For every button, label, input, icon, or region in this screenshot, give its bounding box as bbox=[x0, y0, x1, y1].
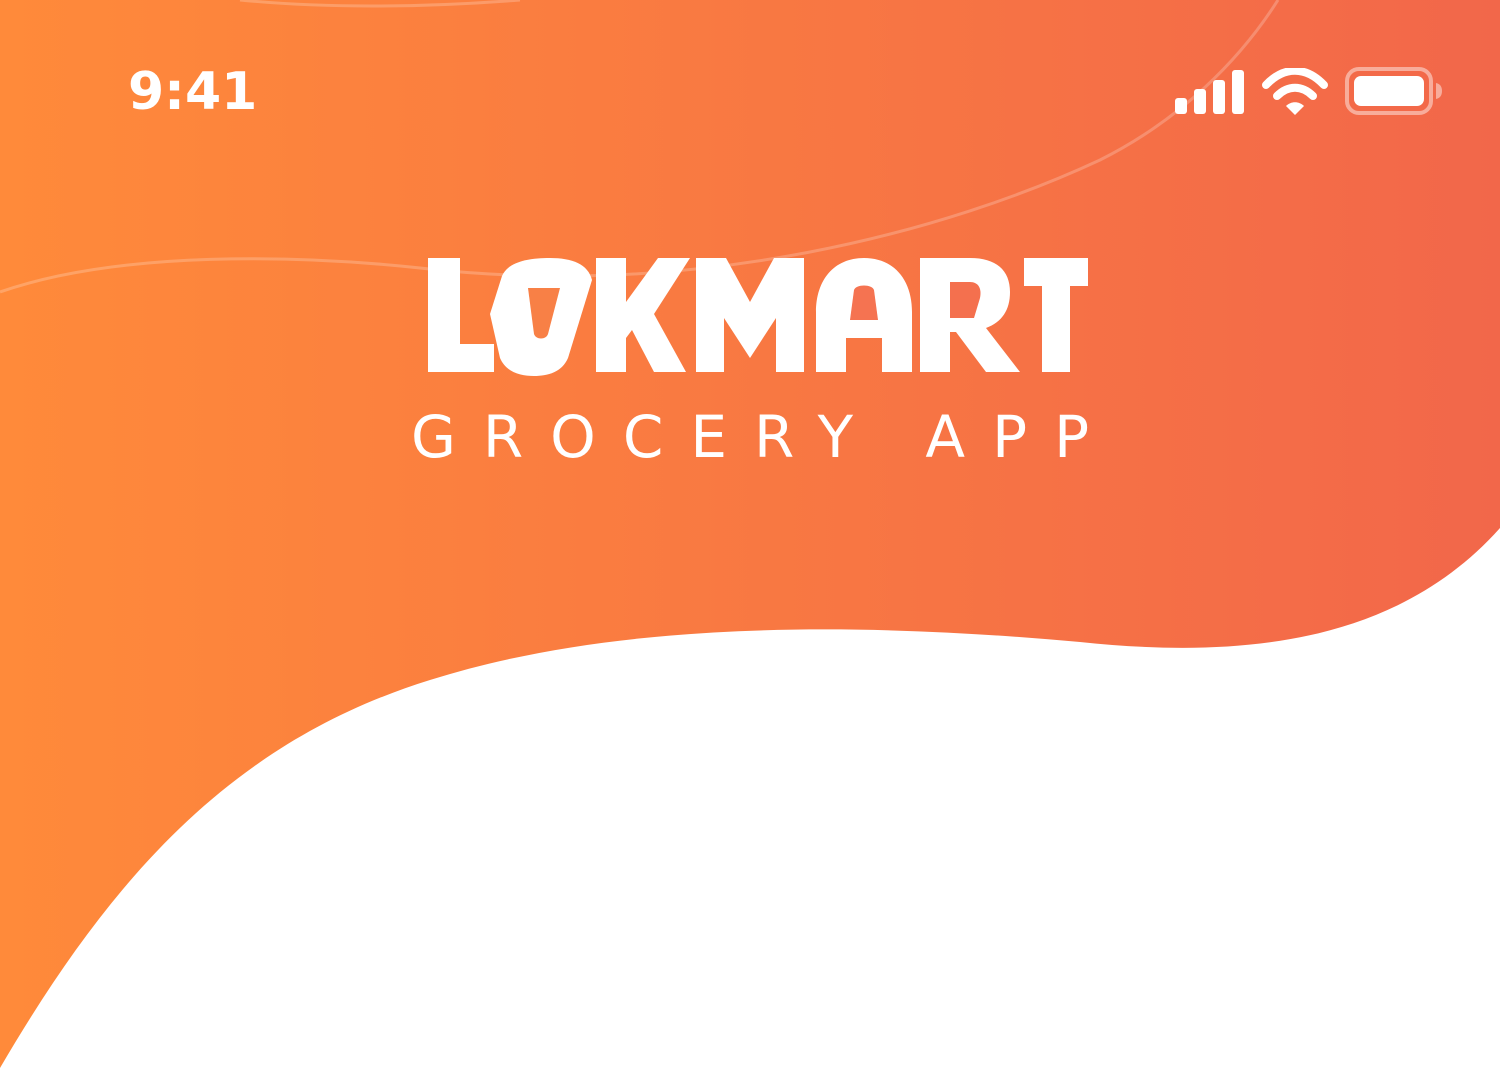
status-time: 9:41 bbox=[128, 62, 258, 122]
lokmart-logo-mark bbox=[428, 258, 1088, 376]
status-bar: 9:41 bbox=[0, 0, 1500, 190]
brand-subtitle: GROCERY APP bbox=[410, 403, 1117, 471]
signal-icon bbox=[1175, 70, 1244, 114]
battery-icon bbox=[1345, 67, 1442, 115]
splash-screen: 9:41 GROCERY APP bbox=[0, 0, 1500, 1076]
status-icons bbox=[1170, 66, 1450, 120]
wifi-icon bbox=[1262, 68, 1328, 115]
